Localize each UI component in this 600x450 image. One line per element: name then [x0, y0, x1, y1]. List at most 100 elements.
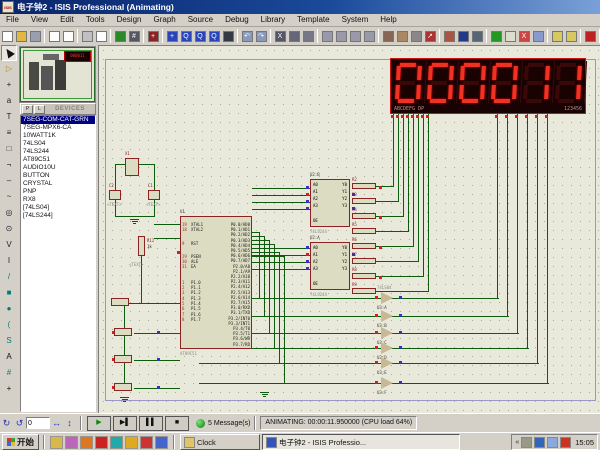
markers-icon[interactable]: + — [1, 381, 17, 397]
overview-minimap[interactable]: 000011 — [20, 47, 95, 102]
device-list-item[interactable]: RX8 — [21, 196, 95, 204]
push-button[interactable] — [111, 298, 129, 306]
start-button[interactable]: 开始 — [2, 434, 39, 450]
quick-launch-icon-5[interactable] — [110, 436, 123, 449]
open-design-button[interactable] — [15, 28, 28, 44]
cut-button[interactable]: X — [274, 28, 287, 44]
schematic-editor[interactable]: ABCDEFG DP12345619XTAL118XTAL29RST29PSEN… — [98, 45, 600, 415]
menu-item-design[interactable]: Design — [111, 14, 148, 26]
goto-sheet-button[interactable] — [532, 28, 545, 44]
false-origin-button[interactable]: + — [147, 28, 160, 44]
graphics-path-icon[interactable]: S — [1, 333, 17, 349]
step-button[interactable]: ▶▌ — [113, 416, 137, 431]
menu-item-graph[interactable]: Graph — [147, 14, 181, 26]
device-list-item[interactable]: [74LS04] — [21, 204, 95, 212]
make-device-button[interactable] — [396, 28, 409, 44]
new-file-button[interactable] — [1, 28, 14, 44]
tape-recorder-icon[interactable]: ◎ — [1, 205, 17, 221]
component-mode-icon[interactable]: ▷ — [1, 61, 17, 77]
pick-parts-button[interactable]: P — [22, 105, 33, 114]
mirror-vertical-icon[interactable]: ↕ — [63, 417, 76, 430]
mark-print-area-button[interactable] — [95, 28, 108, 44]
quick-launch-icon-2[interactable] — [65, 436, 78, 449]
push-button[interactable] — [114, 355, 132, 363]
menu-item-help[interactable]: Help — [374, 14, 402, 26]
resistor[interactable] — [352, 258, 376, 264]
quick-launch-icon-7[interactable] — [140, 436, 153, 449]
block-delete-button[interactable] — [363, 28, 376, 44]
zoom-all-button[interactable]: Q — [208, 28, 221, 44]
push-button[interactable] — [114, 328, 132, 336]
copy-button[interactable] — [288, 28, 301, 44]
generator-mode-icon[interactable]: ⊙ — [1, 221, 17, 237]
selection-pointer-icon[interactable] — [1, 45, 17, 61]
design-explorer-button[interactable] — [490, 28, 503, 44]
device-list-item[interactable]: 74LS244 — [21, 148, 95, 156]
taskbar-item-isis[interactable]: 电子钟2 - ISIS Professio... — [262, 434, 460, 450]
quick-launch-icon-6[interactable] — [125, 436, 138, 449]
zoom-area-button[interactable] — [222, 28, 235, 44]
pan-button[interactable]: + — [166, 28, 179, 44]
remove-sheet-button[interactable]: X — [518, 28, 531, 44]
resistor[interactable] — [352, 228, 376, 234]
buffer-74ls244[interactable]: A0A1A2A3OEY0Y1Y2Y3 — [310, 179, 350, 227]
buffer-74ls244[interactable]: A0A1A2A3OEY0Y1Y2Y3 — [310, 242, 350, 290]
device-pin-icon[interactable]: – — [1, 173, 17, 189]
graphics-arc-icon[interactable]: ( — [1, 317, 17, 333]
device-list-item[interactable]: 74LS04 — [21, 140, 95, 148]
capacitor[interactable] — [148, 190, 160, 200]
library-button[interactable]: L — [34, 105, 45, 114]
menu-item-tools[interactable]: Tools — [80, 14, 111, 26]
simulation-graph-icon[interactable]: ~ — [1, 189, 17, 205]
menu-item-edit[interactable]: Edit — [54, 14, 80, 26]
export-section-button[interactable] — [62, 28, 75, 44]
wire-label-icon[interactable]: a — [1, 93, 17, 109]
menu-item-system[interactable]: System — [336, 14, 375, 26]
subcircuit-mode-icon[interactable]: □ — [1, 141, 17, 157]
menu-item-debug[interactable]: Debug — [219, 14, 255, 26]
rotate-cw-icon[interactable]: ↻ — [0, 417, 13, 430]
capacitor[interactable] — [109, 190, 121, 200]
resistor[interactable] — [352, 198, 376, 204]
graphics-text-icon[interactable]: A — [1, 349, 17, 365]
pick-device-button[interactable] — [382, 28, 395, 44]
new-sheet-button[interactable] — [504, 28, 517, 44]
block-copy-button[interactable] — [321, 28, 334, 44]
import-section-button[interactable] — [48, 28, 61, 44]
property-assignment-button[interactable] — [471, 28, 484, 44]
tray-chevron-icon[interactable]: « — [515, 439, 519, 446]
pause-button[interactable]: ▌▌ — [139, 416, 163, 431]
quick-launch-icon-8[interactable] — [155, 436, 168, 449]
rotate-ccw-icon[interactable]: ↺ — [13, 417, 26, 430]
resistor[interactable] — [352, 243, 376, 249]
quick-launch-icon-4[interactable] — [95, 436, 108, 449]
device-list-item[interactable]: AT89C51 — [21, 156, 95, 164]
resistor[interactable] — [352, 288, 376, 294]
text-script-icon[interactable]: T — [1, 109, 17, 125]
message-info-icon[interactable] — [196, 419, 205, 428]
graphics-symbol-icon[interactable]: # — [1, 365, 17, 381]
resistor[interactable] — [352, 213, 376, 219]
zoom-in-button[interactable]: Q — [180, 28, 193, 44]
block-move-button[interactable] — [335, 28, 348, 44]
tray-icon-3[interactable] — [547, 437, 558, 448]
rotation-angle-input[interactable] — [26, 417, 50, 429]
tray-icon-4[interactable] — [560, 437, 571, 448]
menu-item-source[interactable]: Source — [182, 14, 219, 26]
graphics-line-icon[interactable]: / — [1, 269, 17, 285]
mirror-horizontal-icon[interactable]: ↔ — [50, 417, 63, 430]
device-list-item[interactable]: 7SEG-MPX6-CA — [21, 124, 95, 132]
redo-button[interactable]: ↷ — [255, 28, 268, 44]
junction-dot-icon[interactable]: + — [1, 77, 17, 93]
undo-button[interactable]: ↶ — [241, 28, 254, 44]
reset-resistor[interactable] — [138, 236, 145, 256]
wire-autorouter-button[interactable] — [443, 28, 456, 44]
device-list-item[interactable]: [74LS244] — [21, 212, 95, 220]
device-list-item[interactable]: AUDIO10U — [21, 164, 95, 172]
message-count[interactable]: 5 Message(s) — [208, 420, 250, 427]
bus-mode-icon[interactable]: ≡ — [1, 125, 17, 141]
voltage-probe-icon[interactable]: V — [1, 237, 17, 253]
graphics-circle-icon[interactable]: ● — [1, 301, 17, 317]
bill-of-materials-button[interactable] — [551, 28, 564, 44]
taskbar-item-clock-folder[interactable]: Clock — [180, 434, 260, 450]
